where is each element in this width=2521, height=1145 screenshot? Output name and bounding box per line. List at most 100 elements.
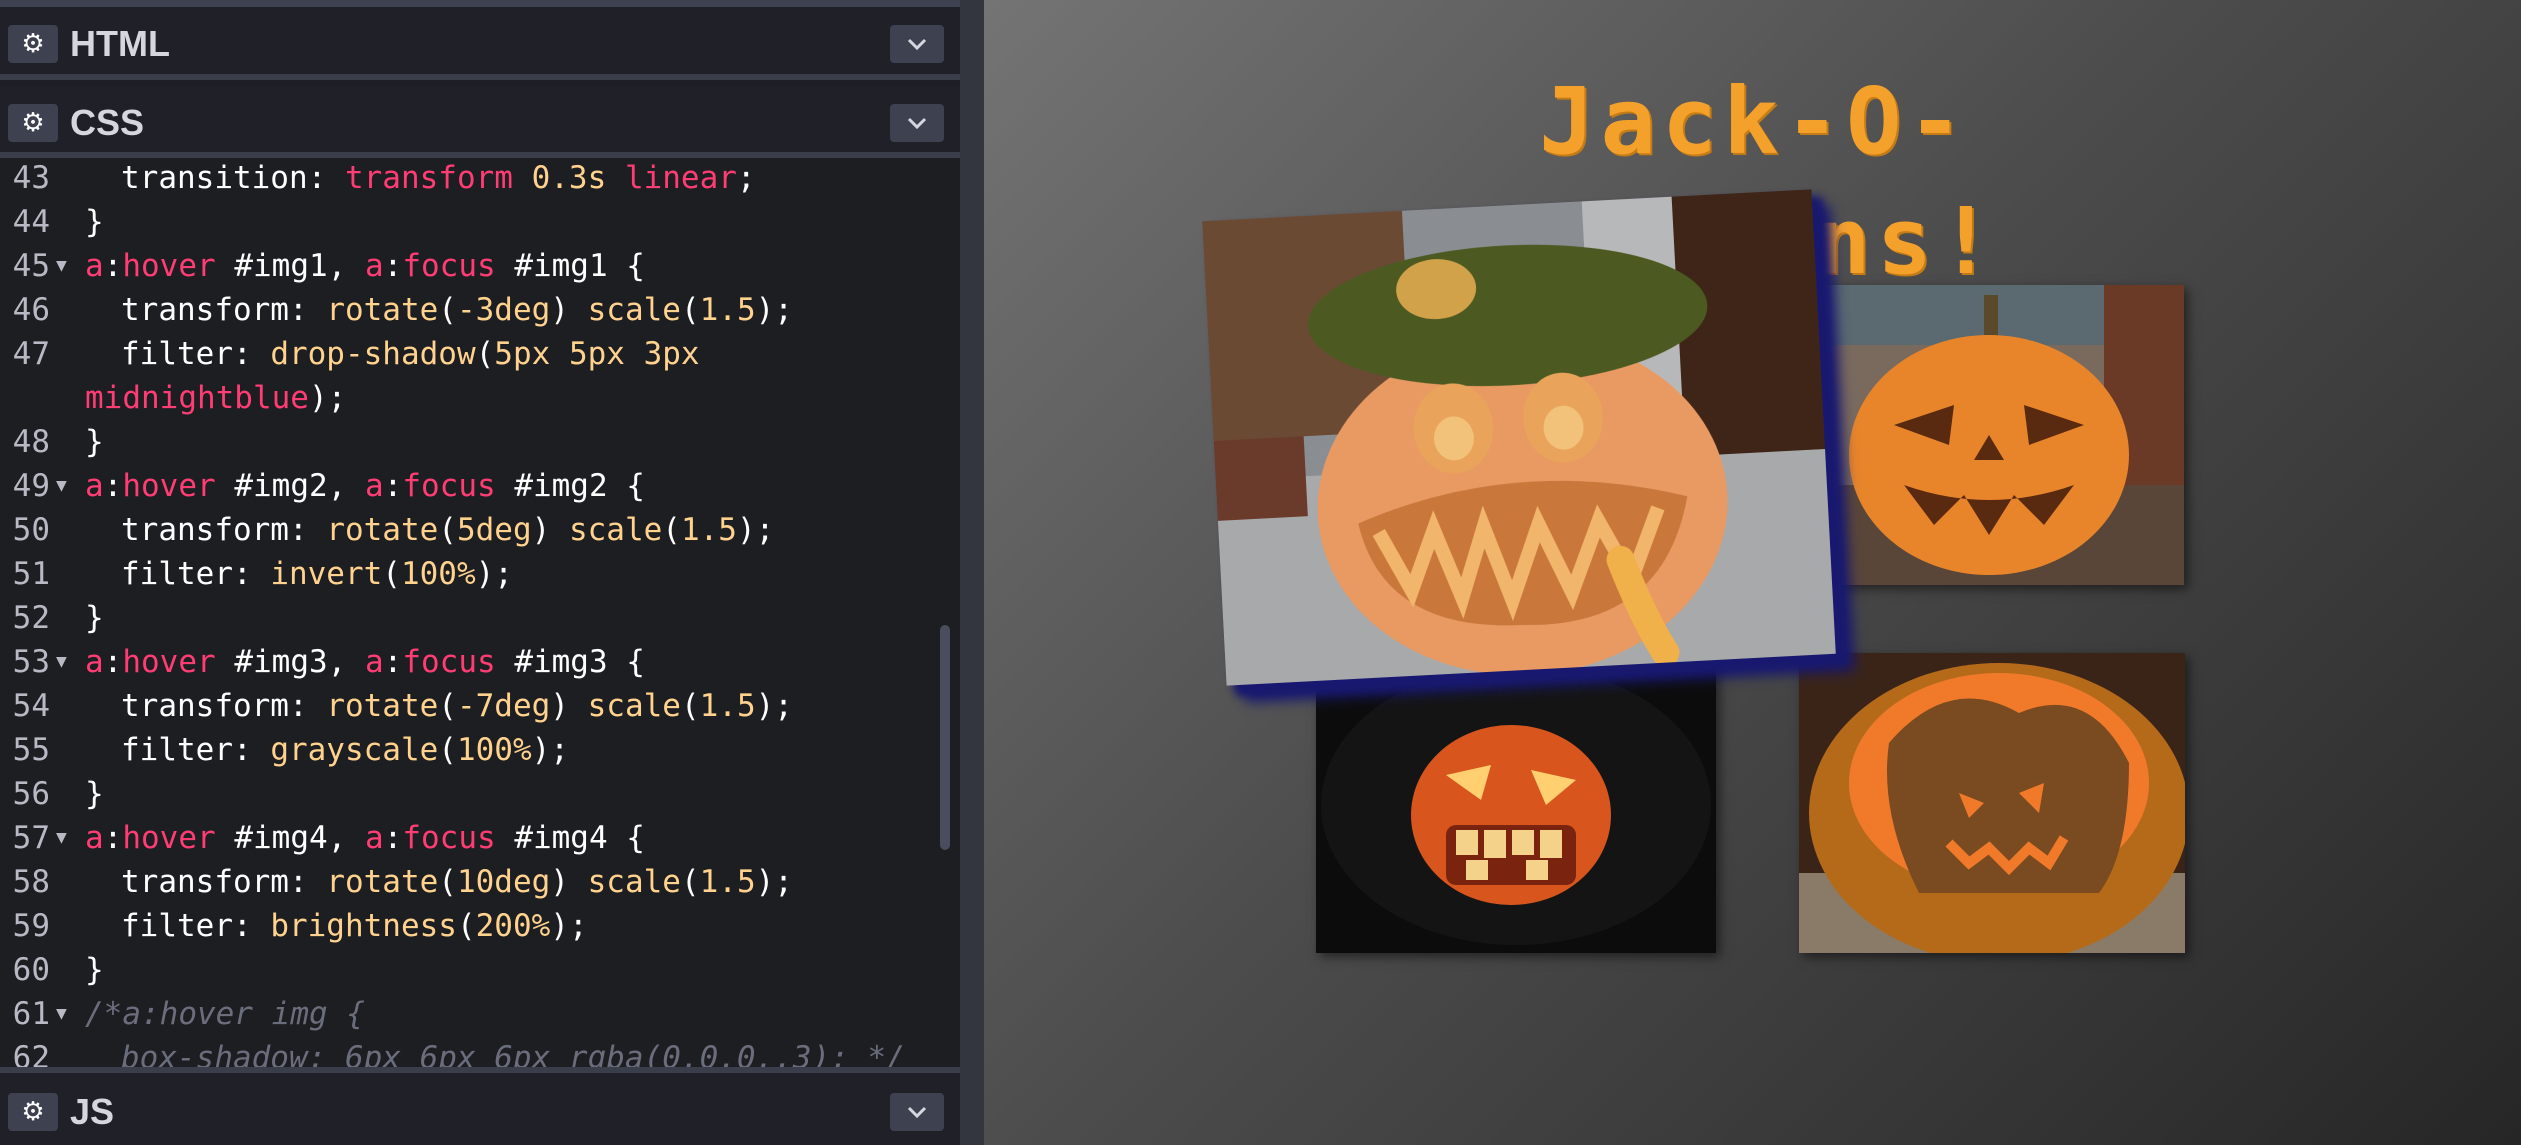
line-number: 59	[12, 908, 50, 944]
code-token: :	[383, 820, 403, 856]
code-token: hover	[122, 644, 216, 680]
code-line[interactable]: 47 filter: drop-shadow(5px 5px 3px	[0, 332, 940, 376]
line-number: 58	[12, 864, 50, 900]
code-text: transition: transform 0.3s linear;	[121, 158, 756, 200]
code-text: a:hover #img2, a:focus #img2 {	[85, 464, 645, 508]
code-token: :	[103, 468, 123, 504]
code-token: (	[438, 292, 457, 328]
gear-icon[interactable]: ⚙	[8, 1093, 58, 1131]
fold-toggle-icon[interactable]: ▼	[56, 244, 67, 288]
code-token: focus	[402, 468, 496, 504]
code-token: 1.5	[680, 512, 737, 548]
fold-toggle-icon[interactable]: ▼	[56, 464, 67, 508]
code-token: (	[438, 688, 457, 724]
code-token: (	[382, 556, 401, 592]
code-line[interactable]: 51 filter: invert(100%);	[0, 552, 940, 596]
code-text: /*a:hover img {	[85, 992, 365, 1036]
line-number: 45	[12, 248, 50, 284]
gear-icon[interactable]: ⚙	[8, 104, 58, 142]
code-token: #img1 {	[495, 248, 645, 284]
code-token: );	[308, 380, 347, 416]
code-token: #img4 {	[495, 820, 645, 856]
line-number: 61	[12, 996, 50, 1032]
code-line[interactable]: 60}	[0, 948, 940, 992]
code-line[interactable]: 52}	[0, 596, 940, 640]
code-line[interactable]: 54 transform: rotate(-7deg) scale(1.5);	[0, 684, 940, 728]
code-line[interactable]: 50 transform: rotate(5deg) scale(1.5);	[0, 508, 940, 552]
code-token: rotate	[326, 512, 439, 548]
pumpkin-photo-classic-face[interactable]	[1804, 285, 2184, 585]
code-line[interactable]: 56}	[0, 772, 940, 816]
code-token: #img3,	[215, 644, 365, 680]
pumpkin-photo-dark-toothy[interactable]	[1316, 655, 1716, 953]
code-token: 200%	[475, 908, 551, 944]
code-line[interactable]: midnightblue);	[0, 376, 940, 420]
code-text: filter: invert(100%);	[121, 552, 513, 596]
code-token: 100%	[400, 556, 476, 592]
fold-toggle-icon[interactable]: ▼	[56, 816, 67, 860]
code-token: a	[364, 248, 384, 284]
code-token: )	[550, 292, 588, 328]
html-panel-header[interactable]: ⚙ HTML	[0, 7, 960, 80]
chevron-down-icon[interactable]	[890, 104, 944, 142]
code-line[interactable]: 49 ▼ a:hover #img2, a:focus #img2 {	[0, 464, 940, 508]
code-line[interactable]: 43 transition: transform 0.3s linear;	[0, 158, 940, 200]
code-token: transform	[344, 160, 532, 196]
line-number: 52	[12, 600, 50, 636]
code-token: :	[383, 248, 403, 284]
code-token: brightness	[270, 908, 457, 944]
code-token: )	[550, 864, 588, 900]
code-text: transform: rotate(-3deg) scale(1.5);	[121, 288, 793, 332]
code-token: 0.3s	[531, 160, 625, 196]
code-line[interactable]: 62 box-shadow: 6px 6px 6px rgba(0,0,0,.3)…	[0, 1036, 940, 1067]
line-number: 51	[12, 556, 50, 592]
code-line[interactable]: 57 ▼ a:hover #img4, a:focus #img4 {	[0, 816, 940, 860]
code-scrollbar[interactable]	[940, 625, 950, 850]
code-token: transform:	[121, 864, 327, 900]
code-text: transform: rotate(5deg) scale(1.5);	[121, 508, 774, 552]
code-text: a:hover #img3, a:focus #img3 {	[85, 640, 645, 684]
code-line[interactable]: 44}	[0, 200, 940, 244]
code-text: }	[85, 772, 104, 816]
code-line[interactable]: 59 filter: brightness(200%);	[0, 904, 940, 948]
code-text: }	[85, 200, 104, 244]
code-text: transform: rotate(-7deg) scale(1.5);	[121, 684, 793, 728]
pumpkin-photo-silhouette[interactable]	[1799, 653, 2185, 953]
code-token: filter:	[121, 556, 271, 592]
code-token: scale	[587, 688, 681, 724]
chevron-down-icon[interactable]	[890, 25, 944, 63]
code-token: }	[85, 776, 104, 812]
code-line[interactable]: 61 ▼ /*a:hover img {	[0, 992, 940, 1036]
code-line[interactable]: 48}	[0, 420, 940, 464]
chevron-down-icon[interactable]	[890, 1093, 944, 1131]
fold-toggle-icon[interactable]: ▼	[56, 992, 67, 1036]
css-code-editor[interactable]: 43 transition: transform 0.3s linear; 44} 4…	[0, 158, 960, 1067]
code-line[interactable]: 58 transform: rotate(10deg) scale(1.5);	[0, 860, 940, 904]
fold-toggle-icon[interactable]: ▼	[56, 640, 67, 684]
code-token: drop-shadow	[270, 336, 476, 372]
code-token: #img1,	[215, 248, 365, 284]
pane-resize-handle[interactable]	[960, 0, 984, 1145]
code-line[interactable]: 46 transform: rotate(-3deg) scale(1.5);	[0, 288, 940, 332]
line-number: 47	[12, 336, 50, 372]
code-token: :	[103, 644, 123, 680]
js-panel-header[interactable]: ⚙ JS	[0, 1067, 960, 1145]
code-token: :	[103, 248, 123, 284]
line-number: 54	[12, 688, 50, 724]
code-text: a:hover #img1, a:focus #img1 {	[85, 244, 645, 288]
js-panel-title: JS	[70, 1091, 115, 1132]
editor-top-border	[0, 0, 960, 7]
gear-icon[interactable]: ⚙	[8, 25, 58, 63]
code-token: hover	[122, 468, 216, 504]
code-token: scale	[587, 292, 681, 328]
code-token: );	[531, 732, 569, 768]
css-panel-header[interactable]: ⚙ CSS	[0, 86, 960, 158]
pumpkin-photo-monster-moss[interactable]	[1202, 189, 1836, 686]
code-token: )	[531, 512, 569, 548]
code-token: midnightblue	[85, 380, 309, 416]
line-number: 43	[12, 160, 50, 196]
code-line[interactable]: 45 ▼ a:hover #img1, a:focus #img1 {	[0, 244, 940, 288]
code-line[interactable]: 55 filter: grayscale(100%);	[0, 728, 940, 772]
code-token: :	[383, 644, 403, 680]
code-line[interactable]: 53 ▼ a:hover #img3, a:focus #img3 {	[0, 640, 940, 684]
